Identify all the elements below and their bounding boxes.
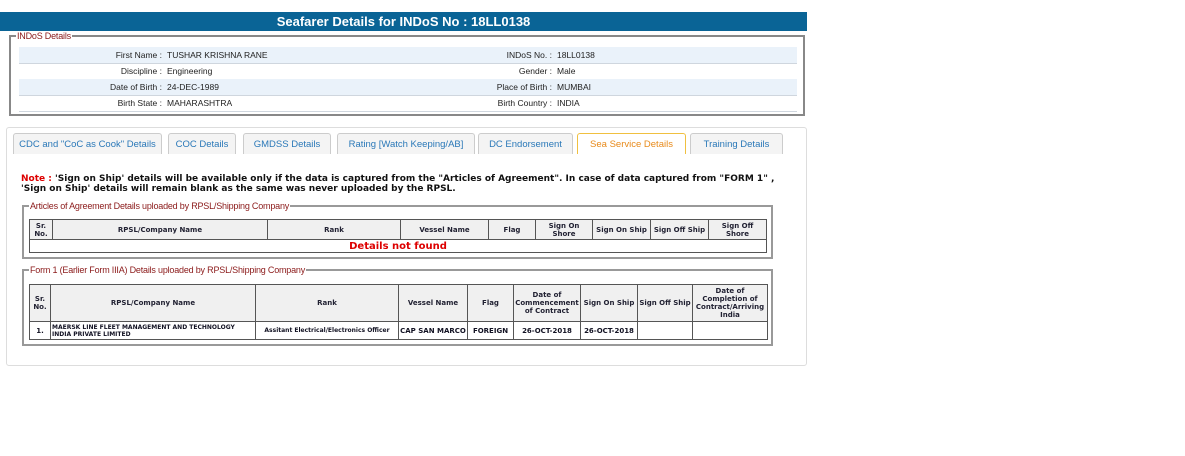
field-label: Gender :	[518, 66, 552, 76]
note-label: Note :	[21, 174, 52, 184]
field-value: Male	[557, 66, 576, 76]
tab-sea-service[interactable]: Sea Service Details	[577, 133, 686, 154]
field-label: Birth State :	[117, 98, 162, 108]
indos-row: Birth State : MAHARASHTRA Birth Country …	[19, 95, 797, 112]
column-header: Sign Off Ship	[650, 219, 709, 240]
table-cell	[637, 321, 693, 340]
column-header: Date of Commencement of Contract	[513, 284, 581, 322]
field-value: 18LL0138	[557, 50, 595, 60]
column-header: Sign On Ship	[580, 284, 638, 322]
note-text: 'Sign on Ship' details will be available…	[21, 174, 775, 194]
tab-dc-endorsement[interactable]: DC Endorsement	[478, 133, 573, 154]
table-cell: Assitant Electrical/Electronics Officer	[255, 321, 399, 340]
table-row: 1. MAERSK LINE FLEET MANAGEMENT AND TECHN…	[29, 321, 768, 340]
column-header: Rank	[255, 284, 399, 322]
form1-legend: Form 1 (Earlier Form IIIA) Details uploa…	[30, 265, 306, 275]
field-value: MAHARASHTRA	[167, 98, 233, 108]
indos-row: First Name : TUSHAR KRISHNA RANE INDoS N…	[19, 47, 797, 64]
column-header: Date of Completion of Contract/Arriving …	[692, 284, 768, 322]
column-header: Sr. No.	[29, 284, 51, 322]
form1-table: Sr. No. RPSL/Company Name Rank Vessel Name F…	[29, 284, 768, 340]
field-value: TUSHAR KRISHNA RANE	[167, 50, 268, 60]
field-value: MUMBAI	[557, 82, 591, 92]
aoa-table: Sr. No. RPSL/Company Name Rank Vessel Name F…	[29, 219, 767, 253]
table-cell: FOREIGN	[467, 321, 514, 340]
column-header: Sign On Shore	[535, 219, 593, 240]
table-cell: 1.	[29, 321, 51, 340]
field-label: First Name :	[115, 50, 162, 60]
empty-message: Details not found	[29, 239, 767, 253]
table-cell: 26-OCT-2018	[513, 321, 581, 340]
column-header: Sign On Ship	[592, 219, 651, 240]
note: Note : 'Sign on Ship' details will be av…	[21, 174, 781, 194]
table-cell: 26-OCT-2018	[580, 321, 638, 340]
field-value: INDIA	[557, 98, 580, 108]
table-cell: CAP SAN MARCO	[398, 321, 468, 340]
table-cell: MAERSK LINE FLEET MANAGEMENT AND TECHNOL…	[50, 321, 256, 340]
column-header: Sign Off Ship	[637, 284, 693, 322]
column-header: RPSL/Company Name	[50, 284, 256, 322]
field-label: Birth Country :	[497, 98, 552, 108]
column-header: Sr. No.	[29, 219, 53, 240]
indos-row: Date of Birth : 24-DEC-1989 Place of Bir…	[19, 79, 797, 96]
indos-legend: INDoS Details	[17, 31, 71, 41]
indos-row: Discipline : Engineering Gender : Male	[19, 63, 797, 80]
field-value: Engineering	[167, 66, 213, 76]
tab-rating[interactable]: Rating [Watch Keeping/AB]	[337, 133, 475, 154]
field-label: Place of Birth :	[496, 82, 552, 92]
column-header: Vessel Name	[400, 219, 489, 240]
tab-gmdss[interactable]: GMDSS Details	[243, 133, 331, 154]
header-row: Sr. No. RPSL/Company Name Rank Vessel Name F…	[29, 284, 768, 322]
field-label: Discipline :	[120, 66, 162, 76]
column-header: Vessel Name	[398, 284, 468, 322]
table-cell	[692, 321, 768, 340]
page-title: Seafarer Details for INDoS No : 18LL0138	[0, 12, 807, 31]
header-row: Sr. No. RPSL/Company Name Rank Vessel Name F…	[29, 219, 767, 240]
field-label: INDoS No. :	[506, 50, 552, 60]
column-header: Sign Off Shore	[708, 219, 767, 240]
column-header: Rank	[267, 219, 401, 240]
tab-training[interactable]: Training Details	[690, 133, 783, 154]
column-header: Flag	[467, 284, 514, 322]
tab-coc[interactable]: COC Details	[168, 133, 236, 154]
field-label: Date of Birth :	[110, 82, 162, 92]
column-header: RPSL/Company Name	[52, 219, 268, 240]
column-header: Flag	[488, 219, 536, 240]
tab-cdc[interactable]: CDC and "CoC as Cook" Details	[13, 133, 162, 154]
aoa-legend: Articles of Agreement Details uploaded b…	[30, 201, 290, 211]
field-value: 24-DEC-1989	[167, 82, 219, 92]
indos-details: INDoS Details First Name : TUSHAR KRISHN…	[9, 31, 805, 116]
